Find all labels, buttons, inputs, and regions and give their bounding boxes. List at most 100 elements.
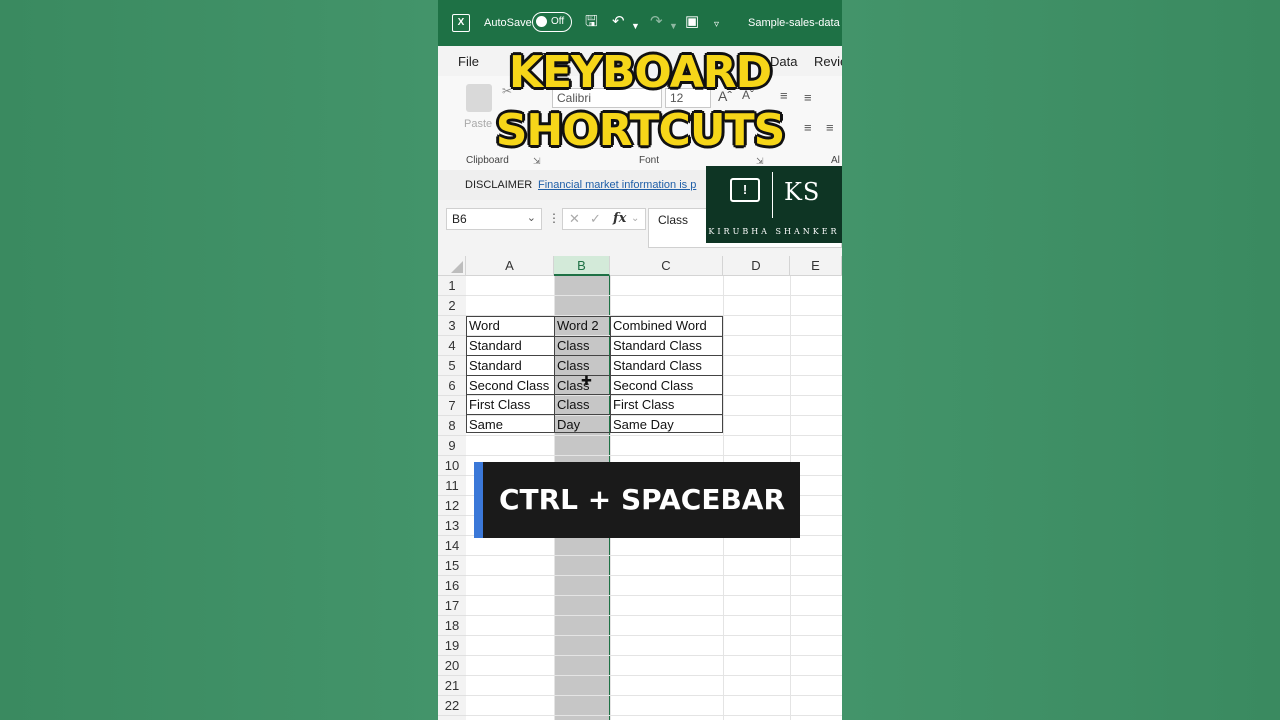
row-header-7[interactable]: 7 [438,396,466,416]
column-header-b[interactable]: B [554,256,610,276]
formula-value: Class [658,213,689,227]
enter-icon[interactable]: ✓ [590,211,601,227]
redo-dropdown-icon[interactable]: ▼ [669,17,678,35]
cell-c3[interactable]: Combined Word [610,316,723,336]
cell-c6[interactable]: Second Class [610,376,723,396]
background-left [0,0,438,720]
redo-icon[interactable]: ↷ [650,13,663,31]
row-header-3[interactable]: 3 [438,316,466,336]
logo-divider [772,172,773,218]
table-row-line [466,394,723,395]
name-box-value: B6 [452,212,467,226]
cell-b7[interactable]: Class [554,395,610,415]
gridline [466,295,842,296]
table-row-line [466,374,723,376]
column-header-d[interactable]: D [723,256,790,276]
cell-a3[interactable]: Word [466,316,554,336]
gridline [466,555,842,556]
table-row-line [466,335,723,337]
file-name: Sample-sales-data [748,17,840,29]
gridline [466,635,842,636]
headline: KEYBOARD SHORTCUTS [438,44,842,160]
autosave-toggle[interactable]: Off [532,12,572,32]
row-header-1[interactable]: 1 [438,276,466,296]
row-header-5[interactable]: 5 [438,356,466,376]
gridline [466,655,842,656]
autosave-state: Off [551,16,565,27]
formula-buttons: ✕ ✓ fx ⌄ [562,208,646,230]
function-dropdown-icon[interactable]: ⌄ [631,213,639,224]
row-header-15[interactable]: 15 [438,556,466,576]
row-header-14[interactable]: 14 [438,536,466,556]
logo-name: KIRUBHA SHANKER [708,227,840,236]
row-header-16[interactable]: 16 [438,576,466,596]
excel-icon: X [452,14,470,32]
gridline [466,715,842,716]
undo-icon[interactable]: ↶ [612,13,625,31]
camera-icon[interactable]: ▣ [685,13,699,31]
excel-window: X AutoSave Off 🖫 ↶ ▼ ↷ ▼ ▣ ▿ Sample-sale… [438,0,842,720]
cell-a4[interactable]: Standard [466,336,554,356]
chevron-down-icon[interactable]: ⌄ [527,211,536,224]
gridline [466,575,842,576]
row-header-18[interactable]: 18 [438,616,466,636]
row-header-13[interactable]: 13 [438,516,466,536]
select-all-corner[interactable] [438,256,466,276]
row-header-22[interactable]: 22 [438,696,466,716]
row-header-8[interactable]: 8 [438,416,466,436]
row-header-10[interactable]: 10 [438,456,466,476]
row-header-4[interactable]: 4 [438,336,466,356]
column-header-c[interactable]: C [610,256,723,276]
more-options-icon[interactable]: ⋮ [548,211,560,225]
row-header-19[interactable]: 19 [438,636,466,656]
mouse-cursor-icon: ✚ [581,373,592,388]
cancel-icon[interactable]: ✕ [569,211,580,227]
cell-a7[interactable]: First Class [466,395,554,415]
background-right [842,0,1280,720]
row-header-17[interactable]: 17 [438,596,466,616]
column-header-a[interactable]: A [466,256,554,276]
table-row-line [466,355,723,356]
row-header-20[interactable]: 20 [438,656,466,676]
logo-initials: KS [784,178,821,206]
row-header-partial[interactable] [438,716,466,720]
disclaimer-title: DISCLAIMER [465,179,533,191]
row-header-6[interactable]: 6 [438,376,466,396]
cell-a6[interactable]: Second Class [466,376,554,396]
name-box[interactable]: B6 ⌄ [446,208,542,230]
cell-c7[interactable]: First Class [610,395,723,415]
undo-dropdown-icon[interactable]: ▼ [631,17,640,35]
cell-b4[interactable]: Class [554,336,610,356]
disclaimer-link[interactable]: Financial market information is p [538,179,696,191]
row-header-9[interactable]: 9 [438,436,466,456]
gridline [466,695,842,696]
monitor-icon: ! [730,178,760,202]
customize-toolbar-icon[interactable]: ▿ [714,16,719,34]
table-col-line [610,316,611,433]
cell-a5[interactable]: Standard [466,356,554,376]
gridline [466,595,842,596]
cell-c4[interactable]: Standard Class [610,336,723,356]
channel-logo: ! KS KIRUBHA SHANKER [706,166,842,243]
cell-b8[interactable]: Day [554,415,610,435]
gridline [466,675,842,676]
insert-function-icon[interactable]: fx [613,211,626,226]
cell-b3[interactable]: Word 2 [554,316,610,336]
shortcut-text: CTRL + SPACEBAR [498,483,786,516]
row-header-2[interactable]: 2 [438,296,466,316]
headline-line-2: SHORTCUTS [495,105,786,156]
row-header-21[interactable]: 21 [438,676,466,696]
save-icon[interactable]: 🖫 [585,13,598,31]
headline-line-1: KEYBOARD [508,47,772,98]
column-header-e[interactable]: E [790,256,842,276]
table-col-line [554,316,555,433]
cell-c8[interactable]: Same Day [610,415,723,435]
gridline [466,435,842,436]
cell-a8[interactable]: Same [466,415,554,435]
shortcut-overlay: CTRL + SPACEBAR [474,462,800,538]
cell-c5[interactable]: Standard Class [610,356,723,376]
row-header-11[interactable]: 11 [438,476,466,496]
row-header-12[interactable]: 12 [438,496,466,516]
title-bar: X AutoSave Off 🖫 ↶ ▼ ↷ ▼ ▣ ▿ Sample-sale… [438,0,842,46]
gridline [466,615,842,616]
